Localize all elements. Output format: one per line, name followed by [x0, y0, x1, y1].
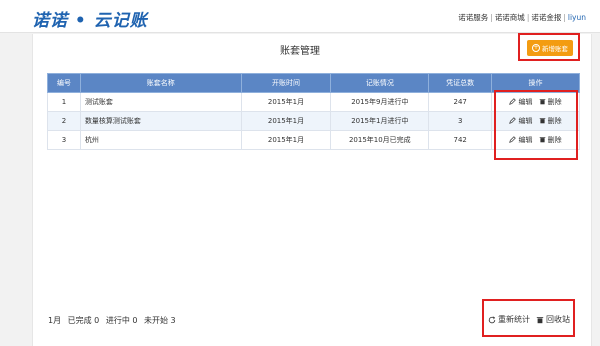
user-name-link[interactable]: liyun — [568, 13, 586, 22]
cell-name[interactable]: 测试账套 — [79, 92, 242, 112]
month-status-summary: 1月 已完成 0 进行中 0 未开始 3 — [48, 315, 180, 326]
cell-id: 2 — [47, 111, 81, 131]
col-header-open-time: 开账时间 — [240, 73, 332, 93]
col-header-name: 账套名称 — [79, 73, 242, 93]
cell-open-time: 2015年1月 — [240, 130, 332, 150]
nav-link-service[interactable]: 诺诺服务 — [458, 13, 488, 22]
nav-link-report[interactable]: 诺诺金报 — [531, 13, 561, 22]
nav-link-mall[interactable]: 诺诺商城 — [495, 13, 525, 22]
status-completed: 已完成 0 — [67, 316, 100, 325]
cell-vouchers: 742 — [428, 130, 493, 150]
col-header-vouchers: 凭证总数 — [428, 73, 493, 93]
cell-id: 1 — [47, 92, 81, 112]
cell-status: 2015年9月进行中 — [330, 92, 430, 112]
cell-status: 2015年1月进行中 — [330, 111, 430, 131]
cell-status: 2015年10月已完成 — [330, 130, 430, 150]
cell-name[interactable]: 杭州 — [79, 130, 242, 150]
status-not-started: 未开始 3 — [144, 316, 176, 325]
col-header-status: 记账情况 — [330, 73, 430, 93]
col-header-id: 编号 — [47, 73, 81, 93]
cell-vouchers: 3 — [428, 111, 493, 131]
page-title: 账套管理 — [280, 46, 320, 57]
cell-id: 3 — [47, 130, 81, 150]
highlight-box-actions — [494, 90, 578, 160]
cell-open-time: 2015年1月 — [240, 111, 332, 131]
highlight-box-footer — [482, 299, 575, 337]
cell-name[interactable]: 数量核算测试账套 — [79, 111, 242, 131]
logo[interactable]: 诺诺 • 云记账 — [32, 6, 148, 31]
top-bar: 诺诺 • 云记账 诺诺服务 | 诺诺商城 | 诺诺金报 | liyun — [0, 0, 600, 33]
status-in-progress: 进行中 0 — [105, 316, 138, 325]
top-nav: 诺诺服务 | 诺诺商城 | 诺诺金报 | liyun — [458, 13, 586, 22]
status-month: 1月 — [48, 316, 62, 325]
cell-open-time: 2015年1月 — [240, 92, 332, 112]
highlight-box-add — [518, 33, 580, 61]
cell-vouchers: 247 — [428, 92, 493, 112]
